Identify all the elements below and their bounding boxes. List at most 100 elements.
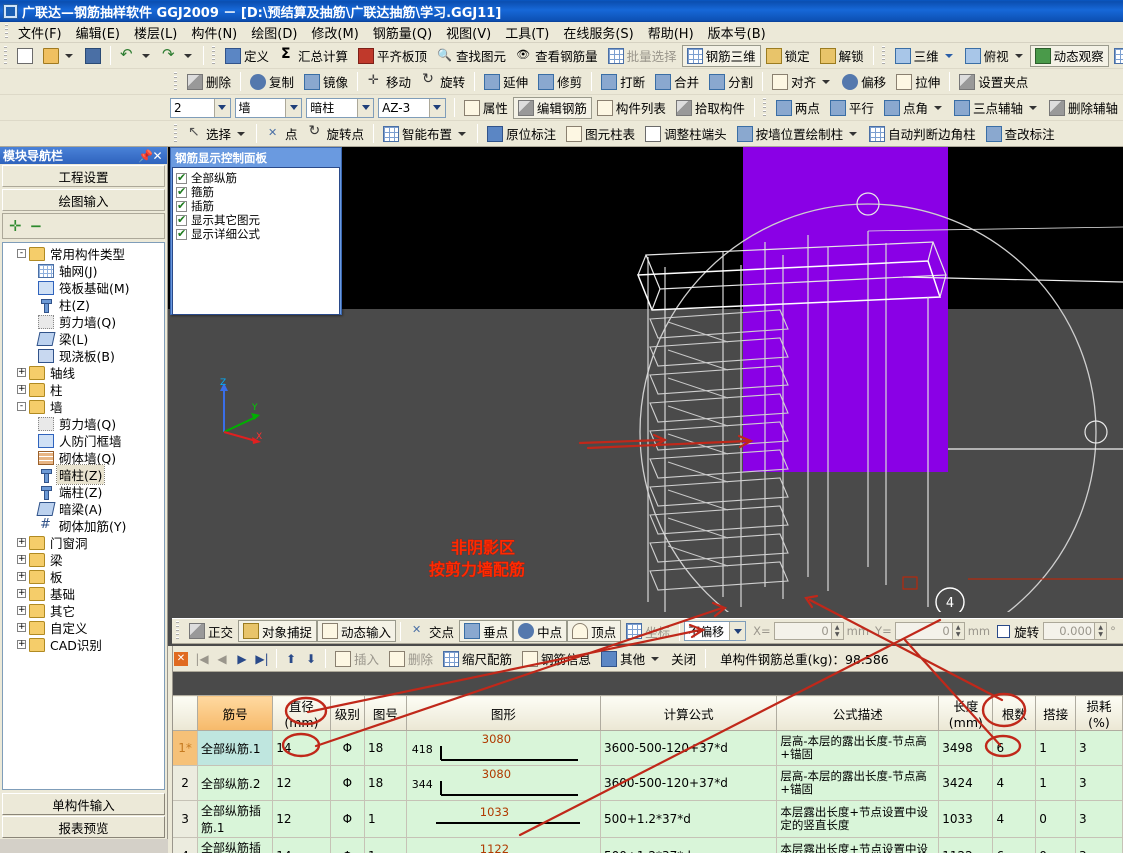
- chevron-down-icon[interactable]: [237, 132, 245, 136]
- rebar-option-0[interactable]: 全部纵筋: [176, 171, 336, 185]
- chevron-down-icon[interactable]: [1029, 106, 1037, 110]
- cell-shape[interactable]: 1122: [406, 838, 600, 853]
- cell-length[interactable]: 1122: [939, 838, 993, 853]
- table-header-dia[interactable]: 直径(mm): [273, 696, 330, 731]
- batch-select-button[interactable]: 批量选择: [603, 45, 682, 67]
- cell-figure-number[interactable]: 18: [365, 731, 407, 766]
- dynamic-observe-button[interactable]: 动态观察: [1030, 45, 1109, 67]
- cell-lap[interactable]: 1: [1036, 766, 1076, 801]
- chevron-down-icon[interactable]: [651, 657, 659, 661]
- last-record-icon[interactable]: ▶|: [252, 649, 272, 669]
- rebar-display-control-panel[interactable]: 钢筋显示控制面板 全部纵筋箍筋插筋显示其它图元显示详细公式: [170, 147, 342, 315]
- tree-item-16[interactable]: 砌体加筋(Y): [3, 517, 164, 534]
- three-point-axis-button[interactable]: 三点辅轴: [949, 97, 1044, 119]
- move-down-icon[interactable]: ⬇: [301, 649, 321, 669]
- cell-description[interactable]: 本层露出长度+节点设置中设定的竖直长度: [777, 801, 939, 838]
- delete-row-button[interactable]: 删除: [384, 648, 438, 670]
- point-button[interactable]: 点: [261, 123, 303, 145]
- properties-button[interactable]: 属性: [459, 97, 513, 119]
- tree-expander[interactable]: +: [17, 385, 26, 394]
- rotate-checkbox[interactable]: [997, 625, 1010, 638]
- tree-expander[interactable]: +: [17, 368, 26, 377]
- rebar-table-container[interactable]: 筋号直径(mm)级别图号图形计算公式公式描述长度(mm)根数搭接损耗(%) 1*…: [172, 695, 1123, 853]
- toolbar-grip-4[interactable]: [173, 72, 179, 92]
- cell-lap[interactable]: 1: [1036, 731, 1076, 766]
- chevron-down-icon[interactable]: [214, 99, 230, 117]
- report-preview-button[interactable]: 报表预览: [2, 816, 165, 838]
- copy-button[interactable]: 复制: [245, 71, 299, 93]
- cell-lap[interactable]: 0: [1036, 838, 1076, 853]
- chevron-down-icon[interactable]: [1015, 54, 1023, 58]
- cell-length[interactable]: 1033: [939, 801, 993, 838]
- cell-diameter[interactable]: 14: [273, 731, 330, 766]
- tree-item-17[interactable]: +门窗洞: [3, 534, 164, 551]
- coordinate-snap-button[interactable]: 坐标: [621, 620, 675, 642]
- cell-diameter[interactable]: 12: [273, 766, 330, 801]
- tree-item-7[interactable]: +轴线: [3, 364, 164, 381]
- pin-icon[interactable]: 📌: [138, 149, 151, 163]
- table-header-loss[interactable]: 损耗(%): [1075, 696, 1122, 731]
- vertex-snap-button[interactable]: 顶点: [567, 620, 621, 642]
- rebar-option-2[interactable]: 插筋: [176, 199, 336, 213]
- y-input[interactable]: 0: [895, 622, 953, 640]
- cell-description[interactable]: 层高-本层的露出长度-节点高+锚固: [777, 766, 939, 801]
- menu-modify[interactable]: 修改(M): [304, 21, 365, 44]
- x-spinner[interactable]: ▲▼: [831, 622, 844, 640]
- rotate-button[interactable]: 旋转: [416, 71, 470, 93]
- cell-loss[interactable]: 3: [1075, 838, 1122, 853]
- rotate-spinner[interactable]: ▲▼: [1094, 622, 1107, 640]
- floor-combo[interactable]: 2: [170, 98, 231, 118]
- add-icon[interactable]: ✛: [9, 217, 22, 235]
- menu-file[interactable]: 文件(F): [11, 21, 69, 44]
- chevron-down-icon[interactable]: [429, 99, 445, 117]
- table-row[interactable]: 4全部纵筋插筋.214Φ11122500+1.2*37*d本层露出长度+节点设置…: [173, 838, 1123, 853]
- rebar-info-button[interactable]: 钢筋信息: [517, 648, 596, 670]
- tree-item-3[interactable]: 柱(Z): [3, 296, 164, 313]
- tree-item-21[interactable]: +其它: [3, 602, 164, 619]
- toolbar-grip-6[interactable]: [173, 124, 179, 144]
- table-header-name[interactable]: 筋号: [198, 696, 273, 731]
- chevron-down-icon[interactable]: [458, 132, 466, 136]
- split-button[interactable]: 分割: [704, 71, 758, 93]
- object-snap-button[interactable]: 对象捕捉: [238, 620, 317, 642]
- cell-rebar-name[interactable]: 全部纵筋.1: [198, 731, 273, 766]
- component-list-button[interactable]: 构件列表: [592, 97, 671, 119]
- checkbox-icon[interactable]: [176, 173, 187, 184]
- toolbar-grip-1[interactable]: [3, 46, 9, 66]
- menu-edit[interactable]: 编辑(E): [69, 21, 127, 44]
- cell-figure-number[interactable]: 1: [365, 838, 407, 853]
- table-header-formula[interactable]: 计算公式: [600, 696, 776, 731]
- chevron-down-icon[interactable]: [285, 99, 301, 117]
- chevron-down-icon[interactable]: [822, 80, 830, 84]
- tree-expander[interactable]: -: [17, 402, 26, 411]
- table-header-length[interactable]: 长度(mm): [939, 696, 993, 731]
- perpendicular-snap-button[interactable]: 垂点: [459, 620, 513, 642]
- rotate-point-button[interactable]: 旋转点: [303, 123, 370, 145]
- menu-version[interactable]: 版本号(B): [701, 21, 773, 44]
- rebar-option-4[interactable]: 显示详细公式: [176, 227, 336, 241]
- tree-item-6[interactable]: 现浇板(B): [3, 347, 164, 364]
- category-combo[interactable]: 墙: [235, 98, 303, 118]
- lock-button[interactable]: 锁定: [761, 45, 815, 67]
- table-row[interactable]: 3全部纵筋插筋.112Φ11033500+1.2*37*d本层露出长度+节点设置…: [173, 801, 1123, 838]
- menu-draw[interactable]: 绘图(D): [244, 21, 304, 44]
- chevron-down-icon[interactable]: [849, 132, 857, 136]
- insert-row-button[interactable]: 插入: [330, 648, 384, 670]
- extend-button[interactable]: 延伸: [479, 71, 533, 93]
- close-icon[interactable]: ✕: [151, 149, 164, 163]
- tree-expander[interactable]: +: [17, 589, 26, 598]
- table-header-grade[interactable]: 级别: [330, 696, 364, 731]
- cell-shape[interactable]: 3443080: [406, 766, 600, 801]
- view-3d-button[interactable]: 三维: [890, 45, 960, 67]
- tree-expander[interactable]: +: [17, 555, 26, 564]
- cell-rebar-name[interactable]: 全部纵筋插筋.1: [198, 801, 273, 838]
- tree-item-2[interactable]: 筏板基础(M): [3, 279, 164, 296]
- cell-loss[interactable]: 3: [1075, 731, 1122, 766]
- chevron-down-icon[interactable]: [729, 622, 745, 640]
- cell-grade[interactable]: Φ: [330, 766, 364, 801]
- checkbox-icon[interactable]: [176, 229, 187, 240]
- x-input[interactable]: 0: [774, 622, 832, 640]
- draw-column-by-wall-button[interactable]: 按墙位置绘制柱: [732, 123, 865, 145]
- tree-expander[interactable]: +: [17, 623, 26, 632]
- tree-item-23[interactable]: +CAD识别: [3, 636, 164, 653]
